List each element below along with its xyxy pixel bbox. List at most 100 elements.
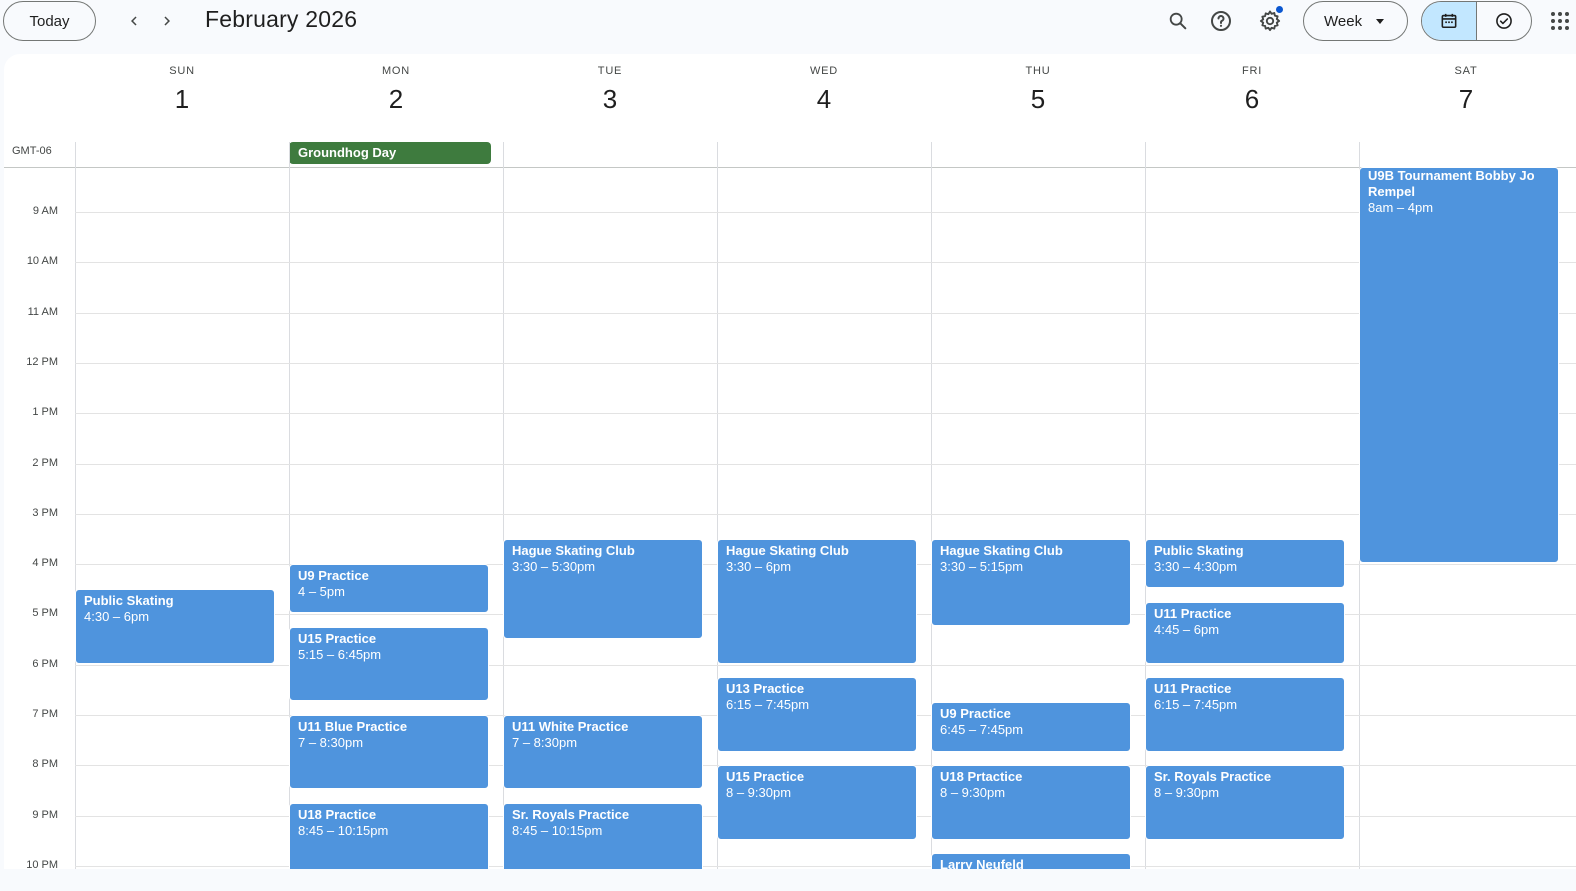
day-column-divider bbox=[717, 142, 718, 869]
event-time: 8am – 4pm bbox=[1368, 200, 1434, 215]
calendar-event[interactable]: U18 Prtactice 8 – 9:30pm bbox=[931, 765, 1131, 840]
help-icon bbox=[1211, 11, 1231, 31]
event-time: 3:30 – 6pm bbox=[726, 559, 792, 574]
event-time: 8 – 9:30pm bbox=[940, 785, 1006, 800]
calendar-event[interactable]: U15 Practice 8 – 9:30pm bbox=[717, 765, 917, 840]
day-number-button[interactable]: 6 bbox=[1145, 84, 1359, 115]
hour-gridline bbox=[75, 313, 1576, 314]
calendar-event[interactable]: U11 Practice 6:15 – 7:45pm bbox=[1145, 677, 1345, 752]
hour-label: 5 PM bbox=[32, 607, 58, 619]
hour-label: 12 PM bbox=[26, 356, 58, 368]
calendar-event[interactable]: Hague Skating Club 3:30 – 5:30pm bbox=[503, 539, 703, 639]
event-time: 3:30 – 5:30pm bbox=[512, 559, 596, 574]
calendar-event[interactable]: Hague Skating Club 3:30 – 6pm bbox=[717, 539, 917, 664]
hour-label: 1 PM bbox=[32, 406, 58, 418]
calendar-event[interactable]: U11 Blue Practice 7 – 8:30pm bbox=[289, 715, 489, 789]
event-title: Sr. Royals Practice bbox=[1154, 769, 1272, 784]
event-title: U18 Prtactice bbox=[940, 769, 1023, 784]
previous-week-button[interactable] bbox=[118, 5, 150, 37]
hour-label: 10 AM bbox=[26, 255, 58, 267]
notification-dot bbox=[1276, 6, 1283, 13]
day-number-button[interactable]: 5 bbox=[931, 84, 1145, 115]
event-title: Larry Neufeld bbox=[940, 857, 1024, 869]
calendar-event[interactable]: Sr. Royals Practice 8:45 – 10:15pm bbox=[503, 803, 703, 869]
calendar-event[interactable]: U11 White Practice 7 – 8:30pm bbox=[503, 715, 703, 789]
calendar-event[interactable]: Public Skating 4:30 – 6pm bbox=[75, 589, 275, 664]
search-button[interactable] bbox=[1160, 3, 1196, 39]
hour-label: 2 PM bbox=[32, 457, 58, 469]
day-of-week-label: SAT bbox=[1454, 65, 1478, 77]
day-column-divider bbox=[75, 142, 76, 869]
day-header-tue: TUE 3 bbox=[503, 54, 717, 115]
day-header-sat: SAT 7 bbox=[1359, 54, 1573, 115]
day-header-mon: MON 2 bbox=[289, 54, 503, 115]
day-of-week-label: MON bbox=[381, 65, 411, 77]
view-dropdown-label: Week bbox=[1324, 12, 1363, 30]
apps-grid-button[interactable] bbox=[1549, 10, 1571, 32]
today-button[interactable]: Today bbox=[3, 1, 96, 41]
event-time: 3:30 – 4:30pm bbox=[1154, 559, 1238, 574]
timezone-label: GMT-06 bbox=[12, 145, 52, 157]
day-number-button[interactable]: 7 bbox=[1359, 84, 1573, 115]
day-of-week-label: THU bbox=[1025, 65, 1051, 77]
hour-gridline bbox=[75, 413, 1576, 414]
calendar-event[interactable]: U11 Practice 4:45 – 6pm bbox=[1145, 602, 1345, 664]
event-title: Hague Skating Club bbox=[940, 543, 1063, 558]
event-time: 7 – 8:30pm bbox=[298, 735, 364, 750]
calendar-event[interactable]: U9 Practice 6:45 – 7:45pm bbox=[931, 702, 1131, 752]
event-time: 6:45 – 7:45pm bbox=[940, 722, 1024, 737]
event-time: 4:45 – 6pm bbox=[1154, 622, 1220, 637]
calendar-event[interactable]: U18 Practice 8:45 – 10:15pm bbox=[289, 803, 489, 869]
event-title: U9B Tournament Bobby Jo Rempel bbox=[1368, 168, 1535, 199]
day-number-button[interactable]: 4 bbox=[717, 84, 931, 115]
day-of-week-label: TUE bbox=[597, 65, 623, 77]
help-button[interactable] bbox=[1203, 3, 1239, 39]
top-bar: Today February 2026 Week bbox=[0, 0, 1576, 52]
event-time: 5:15 – 6:45pm bbox=[298, 647, 382, 662]
hour-label: 9 PM bbox=[32, 809, 58, 821]
calendar-event[interactable]: Sr. Royals Practice 8 – 9:30pm bbox=[1145, 765, 1345, 840]
day-column-divider bbox=[1145, 142, 1146, 869]
event-title: Hague Skating Club bbox=[726, 543, 849, 558]
month-title: February 2026 bbox=[205, 6, 358, 32]
calendar-event[interactable]: U9B Tournament Bobby Jo Rempel 8am – 4pm bbox=[1359, 167, 1559, 563]
day-number-button[interactable]: 2 bbox=[289, 84, 503, 115]
event-time: 8 – 9:30pm bbox=[726, 785, 792, 800]
calendar-event[interactable]: Public Skating 3:30 – 4:30pm bbox=[1145, 539, 1345, 588]
bottom-strip bbox=[0, 869, 1576, 891]
hour-gridline bbox=[75, 514, 1576, 515]
hour-label: 4 PM bbox=[32, 557, 58, 569]
day-header-sun: SUN 1 bbox=[75, 54, 289, 115]
calendar-event[interactable]: U9 Practice 4 – 5pm bbox=[289, 564, 489, 613]
calendar-mode-button[interactable] bbox=[1422, 2, 1477, 40]
day-number-button[interactable]: 1 bbox=[75, 84, 289, 115]
calendar-event[interactable]: U15 Practice 5:15 – 6:45pm bbox=[289, 627, 489, 701]
event-time: 8 – 9:30pm bbox=[1154, 785, 1220, 800]
event-time: 4:30 – 6pm bbox=[84, 609, 150, 624]
day-of-week-label: SUN bbox=[169, 65, 195, 77]
day-number-button[interactable]: 3 bbox=[503, 84, 717, 115]
calendar-event[interactable]: Hague Skating Club 3:30 – 5:15pm bbox=[931, 539, 1131, 626]
hour-gridline bbox=[75, 262, 1576, 263]
chevron-right-icon bbox=[164, 16, 170, 26]
hour-label: 3 PM bbox=[32, 507, 58, 519]
settings-button[interactable] bbox=[1252, 3, 1288, 39]
event-time: 8:45 – 10:15pm bbox=[298, 823, 389, 838]
task-check-icon bbox=[1496, 13, 1512, 29]
event-title: U18 Practice bbox=[298, 807, 377, 822]
view-dropdown[interactable]: Week bbox=[1303, 1, 1408, 41]
calendar-event[interactable]: U13 Practice 6:15 – 7:45pm bbox=[717, 677, 917, 752]
tasks-mode-button[interactable] bbox=[1477, 2, 1531, 40]
calendar-event[interactable]: Larry Neufeld bbox=[931, 853, 1131, 869]
event-title: U11 Practice bbox=[1154, 606, 1232, 621]
hour-gridline bbox=[75, 363, 1576, 364]
next-week-button[interactable] bbox=[151, 5, 183, 37]
event-title: Public Skating bbox=[1154, 543, 1244, 558]
all-day-separator bbox=[4, 167, 1576, 168]
event-title: U13 Practice bbox=[726, 681, 805, 696]
event-time: 6:15 – 7:45pm bbox=[726, 697, 810, 712]
all-day-event-groundhog-day[interactable]: Groundhog Day bbox=[289, 142, 491, 164]
event-title: U9 Practice bbox=[940, 706, 1011, 721]
week-view-grid: SUN 1 MON 2 TUE 3 WED 4 THU 5 FRI 6 SAT 7 GMT-06 Grou… bbox=[4, 54, 1576, 869]
day-column-divider bbox=[931, 142, 932, 869]
